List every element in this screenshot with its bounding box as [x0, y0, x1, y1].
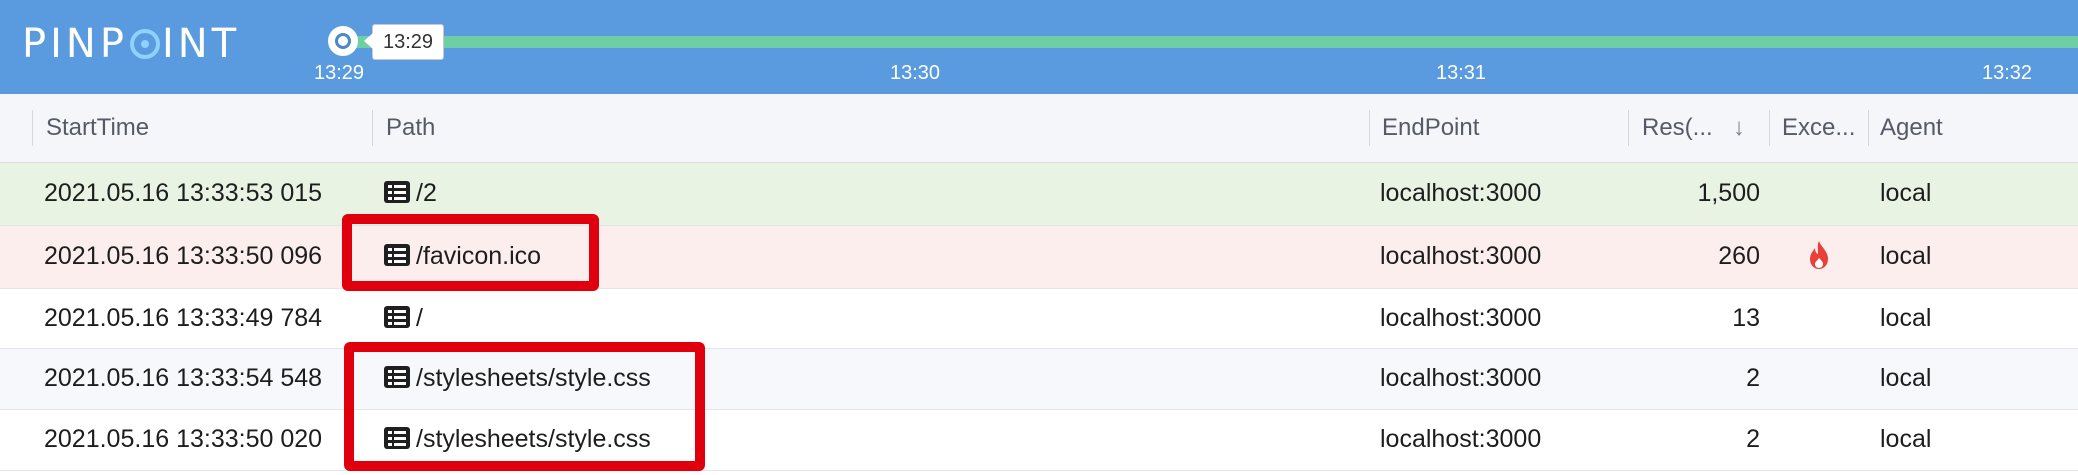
table-row[interactable]: 2021.05.16 13:33:53 015 /2 localhost:300… — [0, 163, 2078, 226]
column-divider[interactable] — [1769, 110, 1770, 146]
timeline-tooltip: 13:29 — [363, 24, 445, 60]
column-header-exception[interactable]: Exce... — [1782, 94, 1855, 162]
agent-cell: local — [1880, 242, 1932, 270]
agent-cell: local — [1880, 304, 1932, 332]
timeline-tick-label: 13:32 — [1982, 62, 2033, 84]
path-cell[interactable]: / — [384, 304, 423, 333]
table-row[interactable]: 2021.05.16 13:33:54 548 /stylesheets/sty… — [0, 349, 2078, 410]
start-time-cell: 2021.05.16 13:33:50 096 — [44, 242, 323, 270]
agent-cell: local — [1880, 364, 1932, 392]
start-time-cell: 2021.05.16 13:33:50 020 — [44, 425, 323, 453]
table-row[interactable]: 2021.05.16 13:33:50 020 /stylesheets/sty… — [0, 410, 2078, 471]
column-divider[interactable] — [372, 110, 373, 146]
response-time-cell: 260 — [1718, 242, 1760, 270]
endpoint-cell: localhost:3000 — [1380, 242, 1542, 270]
endpoint-cell: localhost:3000 — [1380, 304, 1542, 332]
endpoint-cell: localhost:3000 — [1380, 364, 1542, 392]
timeline-tick-label: 13:31 — [1436, 62, 1487, 84]
path-text: / — [416, 304, 423, 332]
agent-cell: local — [1880, 179, 1932, 207]
table-row[interactable]: 2021.05.16 13:33:50 096 /favicon.ico loc… — [0, 226, 2078, 289]
endpoint-cell: localhost:3000 — [1380, 425, 1542, 453]
response-time-cell: 13 — [1732, 304, 1760, 332]
start-time-cell: 2021.05.16 13:33:53 015 — [44, 179, 323, 207]
column-header-starttime[interactable]: StartTime — [46, 94, 149, 162]
column-divider[interactable] — [1628, 110, 1629, 146]
endpoint-cell: localhost:3000 — [1380, 179, 1542, 207]
start-time-cell: 2021.05.16 13:33:54 548 — [44, 364, 323, 392]
start-time-cell: 2021.05.16 13:33:49 784 — [44, 304, 323, 332]
logo-text-right: INT — [161, 21, 241, 67]
response-time-cell: 2 — [1746, 425, 1760, 453]
column-header-response[interactable]: Res(... — [1642, 94, 1713, 162]
logo-text-left: PINP — [22, 21, 128, 67]
column-divider[interactable] — [1369, 110, 1370, 146]
column-divider[interactable] — [32, 110, 33, 146]
highlight-box-favicon — [342, 214, 599, 291]
table-header: StartTime Path EndPoint Res(... ↓ Exce..… — [0, 94, 2078, 163]
column-header-endpoint[interactable]: EndPoint — [1382, 94, 1479, 162]
list-icon — [384, 306, 410, 328]
timeline-tick-label: 13:30 — [890, 62, 941, 84]
sort-descending-icon[interactable]: ↓ — [1733, 94, 1745, 162]
timeline-track[interactable] — [342, 36, 2078, 48]
list-icon — [384, 181, 410, 203]
path-cell[interactable]: /2 — [384, 179, 437, 208]
column-header-agent[interactable]: Agent — [1880, 94, 1943, 162]
pinpoint-logo[interactable]: PINP INT — [22, 20, 240, 68]
timeline-tick-label: 13:29 — [314, 62, 365, 84]
top-bar: PINP INT 13:29 13:29 13:30 13:31 13:32 — [0, 0, 2078, 94]
table-row[interactable]: 2021.05.16 13:33:49 784 / localhost:3000… — [0, 289, 2078, 349]
highlight-box-stylesheets — [344, 342, 705, 471]
fire-icon[interactable] — [1808, 240, 1830, 270]
path-text: /2 — [416, 179, 437, 207]
agent-cell: local — [1880, 425, 1932, 453]
logo-target-icon — [129, 29, 160, 59]
response-time-cell: 1,500 — [1697, 179, 1760, 207]
timeline-handle[interactable] — [328, 26, 358, 56]
column-header-path[interactable]: Path — [386, 94, 435, 162]
response-time-cell: 2 — [1746, 364, 1760, 392]
column-divider[interactable] — [1868, 110, 1869, 146]
